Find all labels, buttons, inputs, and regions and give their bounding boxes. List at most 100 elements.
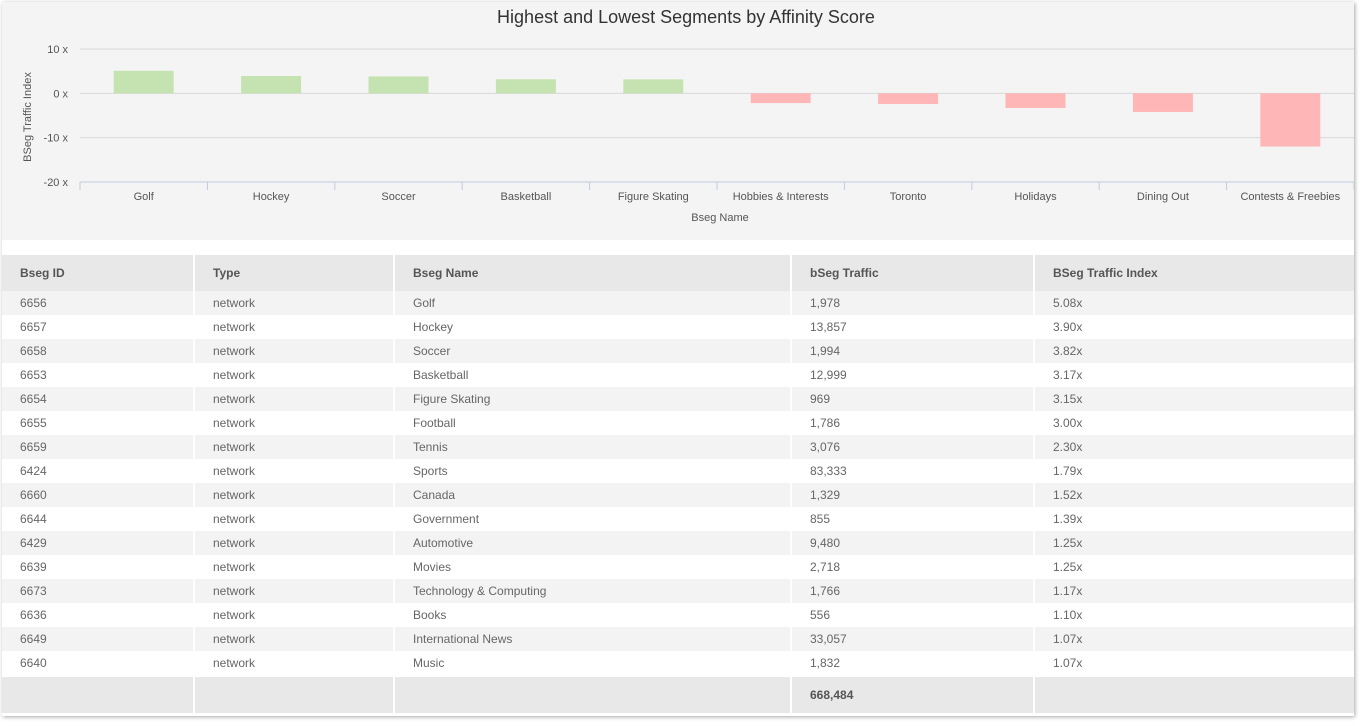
x-axis-title: Bseg Name [691,212,748,224]
table-cell: 2.30x [1034,435,1354,459]
x-tick-label: Holidays [1014,191,1057,203]
table-cell: network [194,435,395,459]
table-cell: 1.17x [1034,579,1354,603]
table-row[interactable]: 6659 network Tennis 3,076 2.30x [2,435,1354,459]
table-cell: Figure Skating [394,387,792,411]
column-header-type[interactable]: Type [194,255,395,291]
table-cell: 6649 [2,627,195,651]
table-row[interactable]: 6640 network Music 1,832 1.07x [2,651,1354,676]
table-cell: 1,832 [791,651,1035,676]
y-tick-label: 0 x [53,88,68,100]
table-cell: 1,766 [791,579,1035,603]
table-cell: Hockey [394,315,792,339]
table-row[interactable]: 6649 network International News 33,057 1.07x [2,627,1354,651]
table-cell: Golf [394,291,792,315]
table-cell: network [194,483,395,507]
footer-cell-empty [194,675,395,713]
table-row[interactable]: 6424 network Sports 83,333 1.79x [2,459,1354,483]
x-tick-label: Basketball [501,191,552,203]
table-row[interactable]: 6656 network Golf 1,978 5.08x [2,291,1354,315]
table-cell: 6673 [2,579,195,603]
table-row[interactable]: 6644 network Government 855 1.39x [2,507,1354,531]
table-cell: 1.39x [1034,507,1354,531]
footer-cell-empty [2,675,195,713]
table-row[interactable]: 6653 network Basketball 12,999 3.17x [2,363,1354,387]
table-cell: 6653 [2,363,195,387]
table-cell: 2,718 [791,555,1035,579]
table-cell: network [194,339,395,363]
x-tick-label: Hobbies & Interests [733,191,829,203]
table-row[interactable]: 6660 network Canada 1,329 1.52x [2,483,1354,507]
table-cell: 6644 [2,507,195,531]
table-cell: network [194,291,395,315]
table-body: 6656 network Golf 1,978 5.08x 6657 network Hock… [2,291,1354,676]
x-tick-label: Soccer [381,191,416,203]
table-cell: network [194,315,395,339]
table-cell: 9,480 [791,531,1035,555]
table-cell: network [194,651,395,676]
table-row[interactable]: 6654 network Figure Skating 969 3.15x [2,387,1354,411]
table-row[interactable]: 6655 network Football 1,786 3.00x [2,411,1354,435]
x-tick-label: Dining Out [1137,191,1189,203]
x-tick-label: Hockey [253,191,290,203]
table-footer-row: 668,484 [2,675,1354,713]
column-header-bseg-id[interactable]: Bseg ID [2,255,195,291]
table-cell: network [194,411,395,435]
table-cell: 6424 [2,459,195,483]
table-cell: Sports [394,459,792,483]
column-header-traffic-index[interactable]: BSeg Traffic Index [1034,255,1354,291]
table-cell: network [194,363,395,387]
footer-traffic-total: 668,484 [791,675,1035,713]
table-row[interactable]: 6658 network Soccer 1,994 3.82x [2,339,1354,363]
table-row[interactable]: 6636 network Books 556 1.10x [2,603,1354,627]
table-cell: 1.07x [1034,651,1354,676]
table-cell: 6639 [2,555,195,579]
table-row[interactable]: 6673 network Technology & Computing 1,766 1.… [2,579,1354,603]
column-header-bseg-name[interactable]: Bseg Name [394,255,792,291]
x-tick-label: Golf [134,191,155,203]
table-cell: 5.08x [1034,291,1354,315]
table-cell: 1.07x [1034,627,1354,651]
table-cell: 12,999 [791,363,1035,387]
table-cell: 1,329 [791,483,1035,507]
table-cell: 6656 [2,291,195,315]
segments-table: Bseg ID Type Bseg Name bSeg Traffic BSeg… [2,255,1354,713]
table-cell: 1,978 [791,291,1035,315]
table-cell: 969 [791,387,1035,411]
x-tick-label: Contests & Freebies [1240,191,1340,203]
table-cell: Books [394,603,792,627]
bar [750,93,811,104]
table-cell: 1.25x [1034,555,1354,579]
y-tick-label: 10 x [47,44,68,56]
table-row[interactable]: 6657 network Hockey 13,857 3.90x [2,315,1354,339]
y-tick-label: -20 x [44,177,69,189]
table-cell: Football [394,411,792,435]
table-row[interactable]: 6639 network Movies 2,718 1.25x [2,555,1354,579]
column-header-bseg-traffic[interactable]: bSeg Traffic [791,255,1035,291]
segments-table-wrap: Bseg ID Type Bseg Name bSeg Traffic BSeg… [2,255,1354,713]
table-cell: 6657 [2,315,195,339]
table-header-row: Bseg ID Type Bseg Name bSeg Traffic BSeg… [2,255,1354,291]
table-cell: 1,786 [791,411,1035,435]
table-cell: 83,333 [791,459,1035,483]
table-row[interactable]: 6429 network Automotive 9,480 1.25x [2,531,1354,555]
table-cell: Government [394,507,792,531]
table-cell: Soccer [394,339,792,363]
table-cell: 855 [791,507,1035,531]
table-cell: 6660 [2,483,195,507]
table-cell: 6658 [2,339,195,363]
affinity-bar-chart: Highest and Lowest Segments by Affinity … [22,7,1354,224]
bar [241,76,302,94]
table-cell: 6429 [2,531,195,555]
x-tick-label: Figure Skating [618,191,689,203]
bar [113,70,174,94]
bar [878,93,939,104]
table-cell: 13,857 [791,315,1035,339]
table-cell: 1,994 [791,339,1035,363]
table-cell: Basketball [394,363,792,387]
table-cell: 3.90x [1034,315,1354,339]
chart-title: Highest and Lowest Segments by Affinity … [497,7,875,27]
table-cell: International News [394,627,792,651]
table-cell: network [194,459,395,483]
x-tick-label: Toronto [890,191,927,203]
